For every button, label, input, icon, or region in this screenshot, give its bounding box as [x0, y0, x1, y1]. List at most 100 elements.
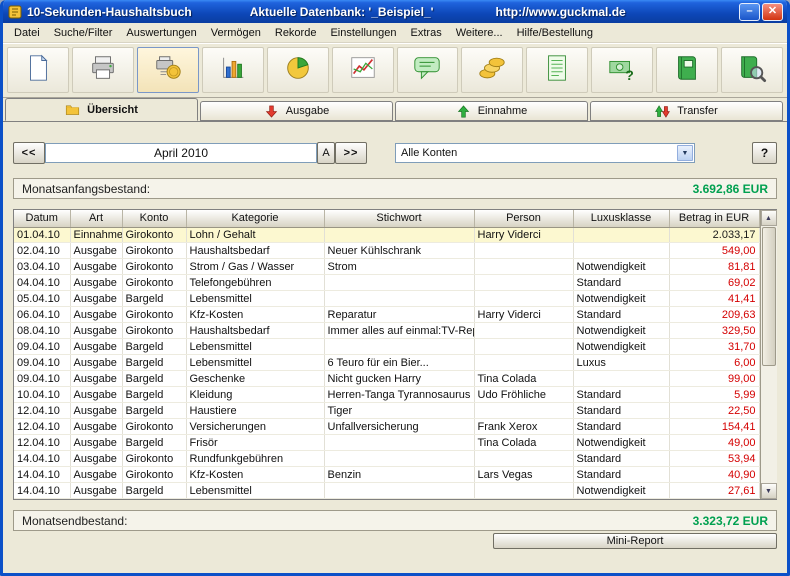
cell-person — [474, 450, 574, 468]
cell-datum: 03.04.10 — [14, 258, 71, 276]
bar-chart-button[interactable] — [201, 47, 264, 93]
navigation-row: << April 2010 A >> Alle Konten ▼ ? — [13, 142, 777, 164]
menu-item-datei[interactable]: Datei — [7, 25, 47, 41]
cell-art: Ausgabe — [70, 450, 123, 468]
cell-stichwort: Immer alles auf einmal:TV-Rep. — [324, 322, 475, 340]
menu-item-suche-filter[interactable]: Suche/Filter — [47, 25, 120, 41]
menu-item-weitere[interactable]: Weitere... — [449, 25, 510, 41]
column-header-kategorie[interactable]: Kategorie — [186, 210, 325, 228]
cell-datum: 02.04.10 — [14, 242, 71, 260]
table-row[interactable]: 01.04.10 Einnahme Girokonto Lohn / Gehalt Ha… — [14, 227, 760, 244]
table-row[interactable]: 14.04.10 Ausgabe Bargeld Lebensmittel Notwen… — [14, 482, 760, 499]
menu-item-rekorde[interactable]: Rekorde — [268, 25, 324, 41]
table-row[interactable]: 02.04.10 Ausgabe Girokonto Haushaltsbedarf N… — [14, 242, 760, 260]
transactions-grid: Datum Art Konto Kategorie Stichwort Person Lux… — [13, 209, 777, 500]
coins-button[interactable] — [461, 47, 524, 93]
minimize-button[interactable]: – — [739, 2, 760, 21]
menu-item-vermogen[interactable]: Vermögen — [204, 25, 268, 41]
transfer-arrows-icon — [655, 104, 671, 119]
book-button[interactable] — [656, 47, 719, 93]
column-header-betrag-in-eur[interactable]: Betrag in EUR — [669, 210, 760, 228]
cell-person — [474, 482, 574, 499]
table-row[interactable]: 12.04.10 Ausgabe Bargeld Frisör Tina Colada N… — [14, 434, 760, 452]
comment-button[interactable] — [396, 47, 459, 93]
month-end-label: Monatsendbestand: — [22, 513, 128, 528]
cell-datum: 04.04.10 — [14, 274, 71, 292]
chevron-down-icon[interactable]: ▼ — [677, 145, 693, 161]
cell-person — [474, 274, 574, 292]
table-row[interactable]: 08.04.10 Ausgabe Girokonto Haushaltsbedarf I… — [14, 322, 760, 340]
cell-luxusklasse: Notwendigkeit — [573, 258, 670, 276]
auto-button[interactable]: A — [317, 142, 335, 164]
scrollbar-thumb[interactable] — [761, 227, 776, 366]
column-header-stichwort[interactable]: Stichwort — [324, 210, 475, 228]
vertical-scrollbar[interactable]: ▲ ▼ — [759, 210, 777, 499]
tab-bar: Übersicht Ausgabe Einnahme Transfer — [3, 98, 787, 122]
menu-item-einstellungen[interactable]: Einstellungen — [323, 25, 403, 41]
month-end-balance: Monatsendbestand: 3.323,72 EUR — [13, 510, 777, 531]
prev-month-button[interactable]: << — [13, 142, 45, 164]
table-row[interactable]: 04.04.10 Ausgabe Girokonto Telefongebühren S… — [14, 274, 760, 292]
cell-stichwort — [324, 338, 475, 356]
cell-konto: Girokonto — [122, 322, 187, 340]
money-question-button[interactable]: ? — [591, 47, 654, 93]
table-row[interactable]: 12.04.10 Ausgabe Girokonto Versicherungen Un… — [14, 418, 760, 436]
table-row[interactable]: 09.04.10 Ausgabe Bargeld Geschenke Nicht guc… — [14, 370, 760, 388]
table-row[interactable]: 03.04.10 Ausgabe Girokonto Strom / Gas / Wa… — [14, 258, 760, 276]
coins-icon — [477, 53, 507, 88]
notes-button[interactable] — [526, 47, 589, 93]
table-row[interactable]: 05.04.10 Ausgabe Bargeld Lebensmittel Notwen… — [14, 290, 760, 308]
column-header-person[interactable]: Person — [474, 210, 574, 228]
column-header-konto[interactable]: Konto — [122, 210, 187, 228]
cell-betrag-in-eur: 329,50 — [669, 322, 760, 340]
column-header-art[interactable]: Art — [70, 210, 123, 228]
cell-person — [474, 290, 574, 308]
table-row[interactable]: 14.04.10 Ausgabe Girokonto Rundfunkgebühren… — [14, 450, 760, 468]
menu-item-hilfe-bestellung[interactable]: Hilfe/Bestellung — [510, 25, 600, 41]
cell-kategorie: Lebensmittel — [186, 290, 325, 308]
table-row[interactable]: 12.04.10 Ausgabe Bargeld Haustiere Tiger Stan… — [14, 402, 760, 420]
tab-einnahme[interactable]: Einnahme — [395, 101, 588, 121]
table-row[interactable]: 06.04.10 Ausgabe Girokonto Kfz-Kosten Repara… — [14, 306, 760, 324]
print-money-icon — [153, 53, 183, 88]
help-button[interactable]: ? — [752, 142, 777, 164]
column-header-luxusklasse[interactable]: Luxusklasse — [573, 210, 670, 228]
line-chart-button[interactable] — [331, 47, 394, 93]
month-end-value: 3.323,72 EUR — [692, 513, 768, 528]
menu-item-auswertungen[interactable]: Auswertungen — [119, 25, 203, 41]
title-bar[interactable]: 10-Sekunden-Haushaltsbuch Aktuelle Daten… — [3, 0, 787, 23]
cell-stichwort — [324, 227, 475, 244]
cell-stichwort: Strom — [324, 258, 475, 276]
table-row[interactable]: 09.04.10 Ausgabe Bargeld Lebensmittel 6 Teur… — [14, 354, 760, 372]
account-select[interactable]: Alle Konten ▼ — [395, 143, 695, 163]
table-row[interactable]: 14.04.10 Ausgabe Girokonto Kfz-Kosten Benzin… — [14, 466, 760, 483]
menu-item-extras[interactable]: Extras — [404, 25, 449, 41]
tab-ausgabe[interactable]: Ausgabe — [200, 101, 393, 121]
table-row[interactable]: 09.04.10 Ausgabe Bargeld Lebensmittel Notwen… — [14, 338, 760, 356]
cell-luxusklasse: Standard — [573, 274, 670, 292]
cell-luxusklasse — [573, 370, 670, 388]
tab-ubersicht[interactable]: Übersicht — [5, 98, 198, 121]
scroll-up-icon[interactable]: ▲ — [760, 210, 777, 226]
print-button[interactable] — [71, 47, 134, 93]
close-button[interactable]: ✕ — [762, 2, 783, 21]
next-month-button[interactable]: >> — [335, 142, 367, 164]
cell-konto: Bargeld — [122, 386, 187, 404]
new-document-button[interactable] — [7, 47, 69, 93]
book-search-button[interactable] — [721, 47, 784, 93]
cell-luxusklasse: Notwendigkeit — [573, 290, 670, 308]
scroll-down-icon[interactable]: ▼ — [760, 483, 777, 499]
cell-art: Ausgabe — [70, 322, 123, 340]
period-field[interactable]: April 2010 — [45, 143, 317, 163]
pie-chart-button[interactable] — [266, 47, 329, 93]
cell-betrag-in-eur: 99,00 — [669, 370, 760, 388]
column-header-datum[interactable]: Datum — [14, 210, 71, 228]
cell-luxusklasse: Luxus — [573, 354, 670, 372]
tab-transfer[interactable]: Transfer — [590, 101, 783, 121]
cell-art: Einnahme — [70, 227, 123, 244]
print-money-button[interactable] — [136, 47, 199, 93]
mini-report-button[interactable]: Mini-Report — [493, 533, 777, 549]
table-row[interactable]: 10.04.10 Ausgabe Bargeld Kleidung Herren-Tan… — [14, 386, 760, 404]
scrollbar-track[interactable] — [761, 226, 777, 483]
line-chart-icon — [348, 53, 378, 88]
